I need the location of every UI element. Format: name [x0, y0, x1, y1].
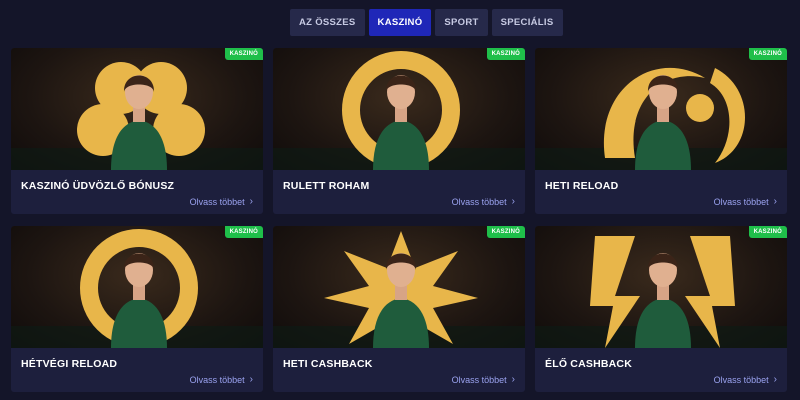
chevron-right-icon: › — [511, 374, 515, 385]
category-badge: KASZINÓ — [486, 48, 525, 60]
tab-all[interactable]: AZ ÖSSZES — [290, 9, 365, 36]
promo-title: ÉLŐ CASHBACK — [545, 358, 632, 370]
read-more-link[interactable]: Olvass többet › — [452, 374, 515, 385]
promo-illustration — [11, 229, 263, 348]
promo-image — [535, 48, 787, 170]
read-more-link[interactable]: Olvass többet › — [190, 196, 253, 207]
category-badge: KASZINÓ — [486, 226, 525, 238]
promo-title: HETI CASHBACK — [283, 358, 373, 370]
read-more-link[interactable]: Olvass többet › — [452, 196, 515, 207]
read-more-link[interactable]: Olvass többet › — [714, 374, 777, 385]
category-tabs: AZ ÖSSZES KASZINÓ SPORT SPECIÁLIS — [290, 9, 563, 36]
promo-card[interactable]: KASZINÓ HÉTVÉGI RELOAD Olvass többet › — [11, 226, 263, 392]
promo-illustration — [273, 51, 525, 170]
promo-image — [11, 48, 263, 170]
promo-image — [11, 226, 263, 348]
read-more-link[interactable]: Olvass többet › — [714, 196, 777, 207]
promo-image — [273, 226, 525, 348]
read-more-label: Olvass többet — [713, 196, 769, 207]
category-badge: KASZINÓ — [748, 48, 787, 60]
promo-title: HETI RELOAD — [545, 180, 619, 192]
read-more-label: Olvass többet — [189, 196, 245, 207]
read-more-label: Olvass többet — [713, 374, 769, 385]
promo-card[interactable]: KASZINÓ HETI CASHBACK Olvass többet › — [273, 226, 525, 392]
promo-card[interactable]: KASZINÓ ÉLŐ CASHBACK Olvass többet › — [535, 226, 787, 392]
promo-title: KASZINÓ ÜDVÖZLŐ BÓNUSZ — [21, 180, 175, 192]
tab-special[interactable]: SPECIÁLIS — [491, 9, 563, 36]
promo-grid: KASZINÓ KASZINÓ ÜDVÖZLŐ BÓNUSZ Olvass tö… — [11, 48, 787, 392]
promo-card[interactable]: KASZINÓ HETI RELOAD Olvass többet › — [535, 48, 787, 214]
category-badge: KASZINÓ — [224, 226, 263, 238]
promo-illustration — [11, 62, 263, 170]
read-more-label: Olvass többet — [189, 374, 245, 385]
tab-sport[interactable]: SPORT — [435, 9, 488, 36]
promo-illustration — [535, 67, 787, 170]
read-more-link[interactable]: Olvass többet › — [190, 374, 253, 385]
promo-illustration — [273, 231, 525, 348]
chevron-right-icon: › — [249, 374, 253, 385]
read-more-label: Olvass többet — [451, 196, 507, 207]
chevron-right-icon: › — [511, 196, 515, 207]
promo-illustration — [535, 236, 787, 348]
chevron-right-icon: › — [249, 196, 253, 207]
promo-card[interactable]: KASZINÓ KASZINÓ ÜDVÖZLŐ BÓNUSZ Olvass tö… — [11, 48, 263, 214]
read-more-label: Olvass többet — [451, 374, 507, 385]
category-badge: KASZINÓ — [224, 48, 263, 60]
category-badge: KASZINÓ — [748, 226, 787, 238]
promo-card[interactable]: KASZINÓ RULETT ROHAM Olvass többet › — [273, 48, 525, 214]
tab-casino[interactable]: KASZINÓ — [368, 9, 432, 36]
promo-title: RULETT ROHAM — [283, 180, 370, 192]
promo-title: HÉTVÉGI RELOAD — [21, 358, 118, 370]
chevron-right-icon: › — [773, 374, 777, 385]
promo-image — [273, 48, 525, 170]
chevron-right-icon: › — [773, 196, 777, 207]
promo-image — [535, 226, 787, 348]
